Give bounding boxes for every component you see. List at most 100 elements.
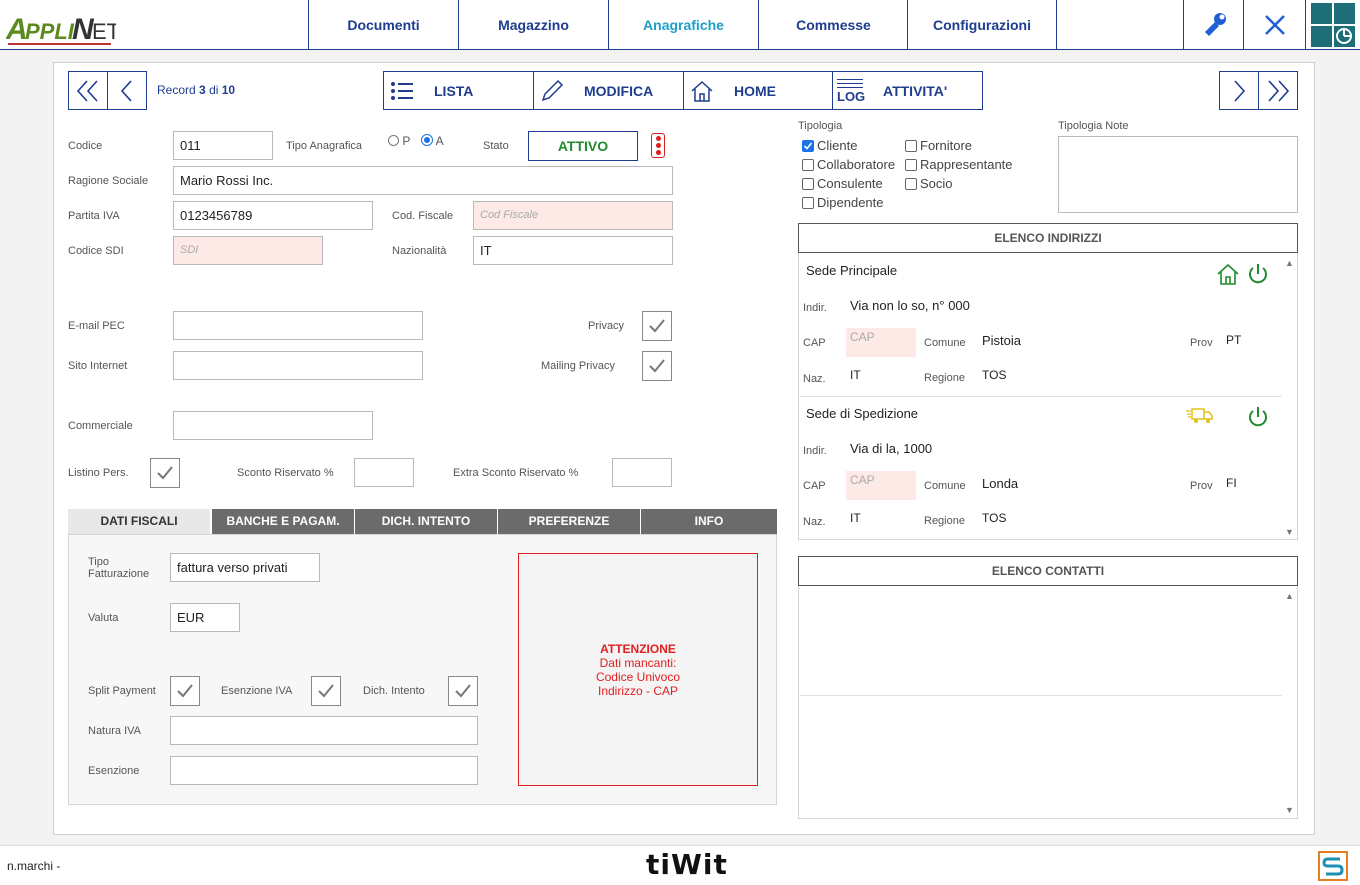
first-record-button[interactable] <box>68 71 108 110</box>
tab-dich-intento[interactable]: DICH. INTENTO <box>355 509 497 534</box>
scroll-up-icon[interactable]: ▲ <box>1285 591 1294 601</box>
record-of: di <box>209 83 219 97</box>
privacy-checkbox[interactable] <box>642 311 672 341</box>
tipologia-rappresentante-label: Rappresentante <box>920 157 1013 172</box>
cap-field[interactable]: CAP <box>846 328 916 357</box>
traffic-light-icon[interactable] <box>651 133 665 158</box>
tipologia-dipendente[interactable]: Dipendente <box>802 195 884 210</box>
chevron-left-icon <box>120 79 132 102</box>
app-grid-button[interactable] <box>1305 0 1360 50</box>
user-label: n.marchi - <box>7 859 61 873</box>
nav-documenti[interactable]: Documenti <box>308 0 458 50</box>
dich-intento-checkbox[interactable] <box>448 676 478 706</box>
stato-label: Stato <box>483 140 509 152</box>
scroll-down-icon[interactable]: ▼ <box>1285 527 1294 537</box>
comune-label: Comune <box>924 337 966 349</box>
naz-label: Naz. <box>803 516 826 528</box>
mailing-privacy-checkbox[interactable] <box>642 351 672 381</box>
extra-sconto-field[interactable] <box>612 458 672 487</box>
listino-pers-checkbox[interactable] <box>150 458 180 488</box>
close-button[interactable] <box>1243 0 1305 50</box>
tipologia-fornitore[interactable]: Fornitore <box>905 138 972 153</box>
tipologia-collaboratore[interactable]: Collaboratore <box>802 157 895 172</box>
next-record-button[interactable] <box>1219 71 1259 110</box>
checkmark-icon <box>455 684 471 698</box>
tipologia-socio-label: Socio <box>920 176 953 191</box>
tipologia-consulente[interactable]: Consulente <box>802 176 883 191</box>
delivery-truck-icon[interactable] <box>1186 405 1214 425</box>
valuta-label: Valuta <box>88 612 119 624</box>
cod-fiscale-field[interactable]: Cod Fiscale <box>473 201 673 230</box>
tab-banche-pagam[interactable]: BANCHE E PAGAM. <box>212 509 354 534</box>
scroll-up-icon[interactable]: ▲ <box>1285 258 1294 268</box>
cap-label: CAP <box>803 480 826 492</box>
dich-intento-label: Dich. Intento <box>363 685 425 697</box>
tools-button[interactable] <box>1183 0 1243 50</box>
split-payment-label: Split Payment <box>88 685 156 697</box>
brand-s-icon <box>1318 851 1348 881</box>
nazionalita-field[interactable]: IT <box>473 236 673 265</box>
codice-sdi-field[interactable]: SDI <box>173 236 323 265</box>
modifica-button[interactable]: MODIFICA <box>533 71 684 110</box>
checkbox-icon <box>802 159 814 171</box>
nav-commesse[interactable]: Commesse <box>758 0 908 50</box>
tipologia-socio[interactable]: Socio <box>905 176 953 191</box>
prov-value: FI <box>1226 476 1237 490</box>
ragione-sociale-field[interactable]: Mario Rossi Inc. <box>173 166 673 195</box>
modifica-label: MODIFICA <box>584 82 654 99</box>
tipologia-note-field[interactable] <box>1058 136 1298 213</box>
sconto-riservato-field[interactable] <box>354 458 414 487</box>
attivita-button[interactable]: LOG ATTIVITA' <box>832 71 983 110</box>
tipologia-collaboratore-label: Collaboratore <box>817 157 896 172</box>
home-icon <box>691 80 713 102</box>
home-address-icon[interactable] <box>1215 261 1241 287</box>
stato-button[interactable]: ATTIVO <box>528 131 638 161</box>
tipo-a-radio[interactable]: A <box>421 134 444 148</box>
previous-record-button[interactable] <box>107 71 147 110</box>
warning-line-1: Dati mancanti: <box>599 655 677 670</box>
partita-iva-field[interactable]: 0123456789 <box>173 201 373 230</box>
scroll-down-icon[interactable]: ▼ <box>1285 805 1294 815</box>
nav-magazzino[interactable]: Magazzino <box>458 0 608 50</box>
svg-text:PPLI: PPLI <box>25 19 75 44</box>
chevron-right-icon <box>1234 79 1246 102</box>
indirizzo-value: Via di la, 1000 <box>850 441 933 456</box>
tipo-fatturazione-field[interactable]: fattura verso privati <box>170 553 320 582</box>
split-payment-checkbox[interactable] <box>170 676 200 706</box>
esenzione-field[interactable] <box>170 756 478 785</box>
power-icon[interactable] <box>1245 261 1271 287</box>
naz-value: IT <box>850 368 861 382</box>
tab-preferenze[interactable]: PREFERENZE <box>498 509 640 534</box>
checkmark-icon <box>318 684 334 698</box>
sito-internet-field[interactable] <box>173 351 423 380</box>
commerciale-field[interactable] <box>173 411 373 440</box>
tipologia-cliente[interactable]: Cliente <box>802 138 857 153</box>
close-icon <box>1264 15 1285 35</box>
tipo-a-label: A <box>435 134 444 148</box>
power-icon[interactable] <box>1245 404 1271 430</box>
codice-field[interactable]: 011 <box>173 131 273 160</box>
home-button[interactable]: HOME <box>683 71 833 110</box>
tipo-p-radio[interactable]: P <box>388 134 410 148</box>
cap-field[interactable]: CAP <box>846 471 916 500</box>
wrench-icon <box>1204 13 1226 36</box>
esenzione-iva-checkbox[interactable] <box>311 676 341 706</box>
last-record-button[interactable] <box>1258 71 1298 110</box>
tipologia-rappresentante[interactable]: Rappresentante <box>905 157 1013 172</box>
ragione-sociale-label: Ragione Sociale <box>68 175 149 187</box>
lista-button[interactable]: LISTA <box>383 71 534 110</box>
radio-p-icon <box>388 135 399 146</box>
tab-dati-fiscali[interactable]: DATI FISCALI <box>68 509 210 534</box>
natura-iva-label: Natura IVA <box>88 725 141 737</box>
tipologia-consulente-label: Consulente <box>817 176 883 191</box>
cap-label: CAP <box>803 337 826 349</box>
natura-iva-field[interactable] <box>170 716 478 745</box>
valuta-field[interactable]: EUR <box>170 603 240 632</box>
log-label: LOG <box>837 88 866 104</box>
nav-anagrafiche[interactable]: Anagrafiche <box>608 0 758 50</box>
regione-label: Regione <box>924 372 965 384</box>
divider <box>800 396 1282 397</box>
nav-configurazioni[interactable]: Configurazioni <box>907 0 1057 50</box>
email-pec-field[interactable] <box>173 311 423 340</box>
tab-info[interactable]: INFO <box>641 509 777 534</box>
